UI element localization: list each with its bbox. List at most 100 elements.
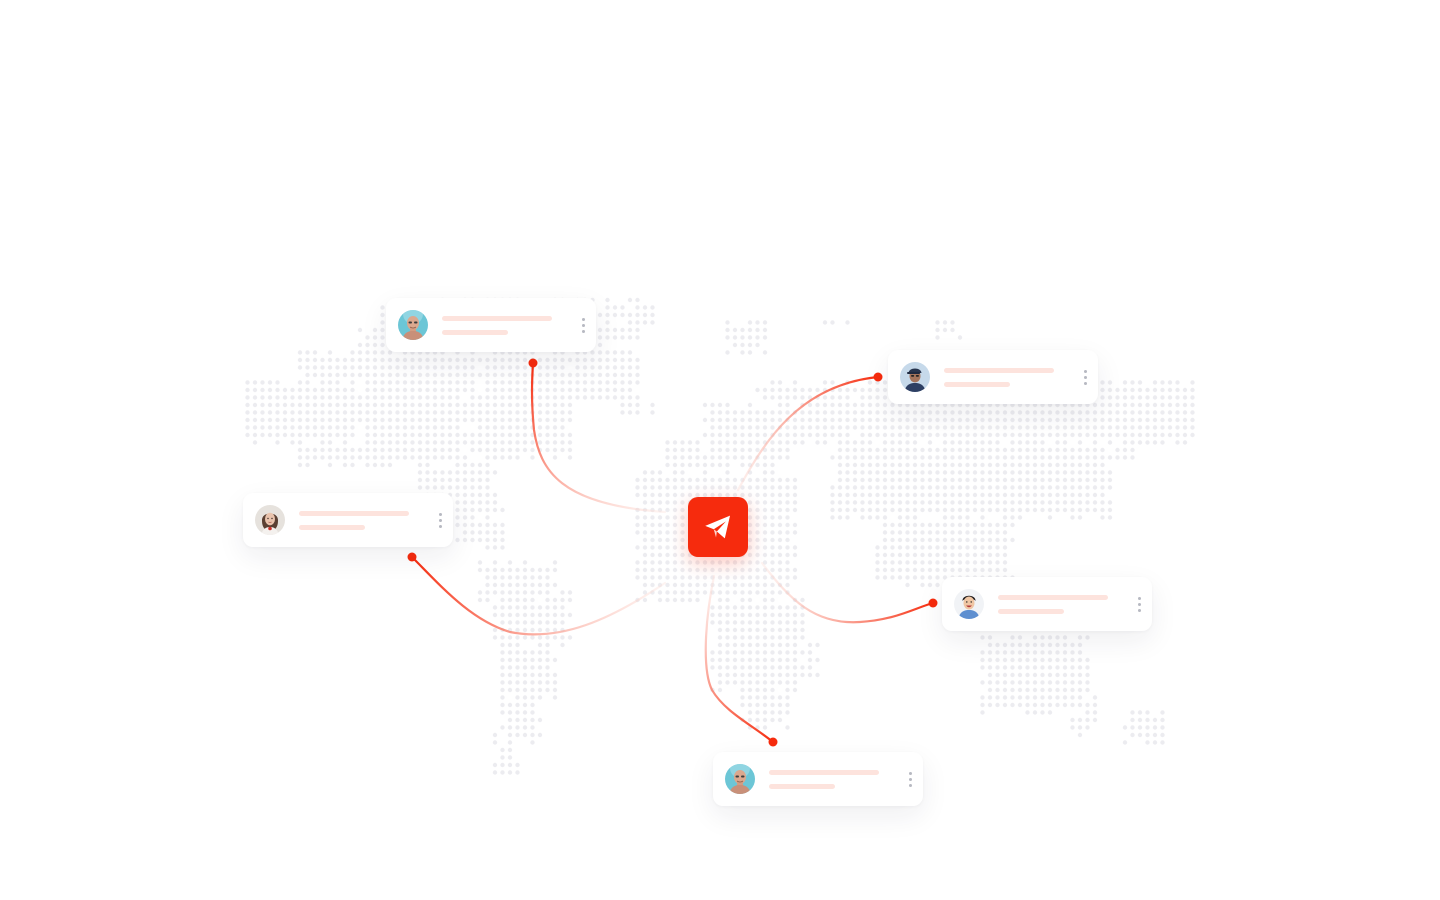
map-dot (500, 672, 505, 678)
map-dot (297, 417, 303, 423)
kebab-menu-icon[interactable] (1080, 367, 1090, 387)
map-dot (717, 485, 723, 490)
contact-card-right[interactable] (942, 577, 1152, 631)
map-dot (762, 492, 768, 498)
map-dot (912, 492, 918, 498)
map-dot (410, 395, 415, 400)
map-dot (890, 447, 895, 453)
map-dot (905, 410, 910, 415)
map-dot (980, 492, 985, 498)
map-dot (635, 507, 640, 513)
map-dot (987, 492, 993, 498)
map-dot (710, 605, 715, 610)
map-dot (635, 372, 640, 378)
map-dot (1100, 462, 1105, 468)
map-dot (477, 522, 483, 528)
map-dot (410, 357, 415, 363)
map-dot (1130, 410, 1135, 415)
map-dot (882, 440, 888, 445)
map-dot (1160, 725, 1165, 730)
map-dot (995, 477, 1000, 483)
map-dot (1010, 477, 1015, 483)
map-dot (890, 560, 895, 565)
map-dot (725, 620, 730, 625)
map-dot (1085, 447, 1090, 453)
map-dot (432, 455, 438, 460)
map-dot (860, 500, 865, 505)
map-dot (942, 432, 948, 438)
contact-card-top-left[interactable] (386, 298, 596, 352)
map-dot (417, 372, 423, 378)
map-dot (845, 410, 850, 415)
map-dot (1032, 440, 1038, 445)
map-dot (485, 410, 490, 415)
map-dot (1092, 402, 1098, 408)
kebab-menu-icon[interactable] (1134, 594, 1144, 614)
map-dot (1040, 657, 1045, 663)
map-dot (980, 522, 985, 528)
map-dot (567, 612, 573, 618)
map-dot (897, 515, 903, 520)
map-dot (1032, 447, 1038, 453)
map-dot (507, 680, 513, 685)
map-dot (552, 387, 558, 393)
map-dot (485, 447, 490, 453)
map-dot (1017, 642, 1023, 648)
map-dot (440, 365, 445, 370)
map-dot (305, 380, 310, 385)
hub-send-button[interactable] (688, 497, 748, 557)
map-dot (1002, 462, 1008, 468)
map-dot (650, 485, 655, 490)
map-dot (522, 357, 528, 363)
map-dot (507, 717, 513, 723)
map-dot (987, 537, 993, 543)
map-dot (762, 597, 768, 603)
map-dot (1122, 410, 1128, 415)
map-dot (380, 462, 385, 468)
map-dot (980, 410, 985, 415)
map-dot (530, 590, 535, 595)
map-dot (695, 455, 700, 460)
map-dot (402, 432, 408, 438)
map-dot (627, 320, 633, 325)
map-dot (432, 470, 438, 475)
map-dot (882, 552, 888, 558)
kebab-menu-icon[interactable] (905, 769, 915, 789)
map-dot (537, 650, 543, 655)
map-dot (537, 567, 543, 573)
map-dot (485, 462, 490, 468)
map-dot (755, 492, 760, 498)
map-dot (650, 582, 655, 588)
map-dot (1175, 402, 1180, 408)
map-dot (1152, 732, 1158, 738)
map-dot (1017, 657, 1023, 663)
map-dot (485, 425, 490, 430)
kebab-menu-icon[interactable] (578, 315, 588, 335)
map-dot (747, 717, 753, 723)
map-dot (1040, 672, 1045, 678)
map-dot (905, 507, 910, 513)
map-dot (792, 380, 798, 385)
map-dot (837, 507, 843, 513)
map-dot (965, 515, 970, 520)
map-dot (740, 650, 745, 655)
map-dot (672, 462, 678, 468)
map-dot (1190, 380, 1195, 385)
map-dot (507, 642, 513, 648)
kebab-menu-icon[interactable] (435, 510, 445, 530)
contact-card-bottom[interactable] (713, 752, 923, 806)
map-dot (890, 537, 895, 543)
map-dot (1070, 695, 1075, 700)
map-dot (1107, 395, 1113, 400)
map-dot (770, 612, 775, 618)
map-dot (1182, 432, 1188, 438)
map-dot (1182, 402, 1188, 408)
map-dot (440, 372, 445, 378)
map-dot (845, 387, 850, 393)
map-dot (680, 492, 685, 498)
contact-card-top-right[interactable] (888, 350, 1098, 404)
map-dot (515, 387, 520, 393)
contact-card-left[interactable] (243, 493, 453, 547)
map-dot (350, 387, 355, 393)
map-dot (1070, 725, 1075, 730)
